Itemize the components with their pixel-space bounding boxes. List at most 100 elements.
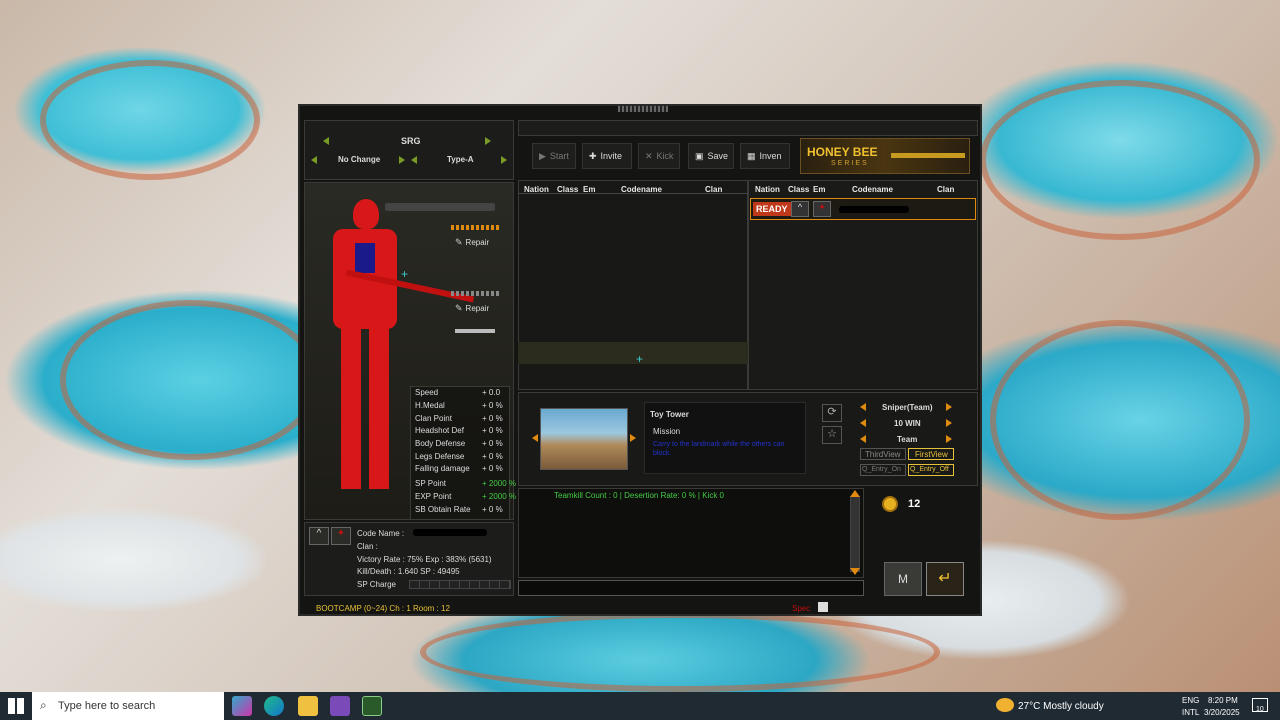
edge-icon[interactable] — [264, 696, 284, 716]
col-codename: Codename — [852, 185, 893, 194]
windows-start-icon[interactable] — [8, 698, 24, 714]
stat-label: Legs Defense — [415, 452, 465, 461]
mode-value: Sniper(Team) — [882, 403, 933, 412]
refresh-icon[interactable]: ⟳ — [822, 404, 842, 422]
save-button[interactable]: ▣ Save — [688, 143, 734, 169]
team-next-arrow[interactable] — [946, 435, 952, 443]
stat-value: + 0 % — [482, 464, 503, 473]
background-terrace — [40, 60, 260, 180]
chat-scroll-down[interactable] — [850, 568, 860, 575]
entry-off-toggle[interactable]: Q_Entry_Off — [908, 464, 954, 476]
third-view-toggle[interactable]: ThirdView — [860, 448, 906, 460]
first-view-toggle[interactable]: FirstView — [908, 448, 954, 460]
wrench-icon: ✎ — [455, 303, 463, 313]
chat-line: Teamkill Count : 0 | Desertion Rate: 0 %… — [554, 491, 725, 500]
col-class: Class — [557, 185, 579, 194]
window-grip[interactable] — [618, 106, 668, 112]
win-next-arrow[interactable] — [946, 419, 952, 427]
map-name: Toy Tower — [650, 410, 689, 419]
copilot-icon[interactable] — [232, 696, 252, 716]
file-explorer-icon[interactable] — [298, 696, 318, 716]
option-right-prev-arrow[interactable] — [411, 156, 417, 164]
coin-count: 12 — [908, 498, 921, 510]
inven-button[interactable]: ▦ Inven — [740, 143, 790, 169]
exit-button[interactable]: ↵ — [926, 562, 964, 596]
character-model — [315, 199, 415, 499]
clock-time[interactable]: 8:20 PM — [1208, 696, 1238, 705]
messenger-button[interactable]: M — [884, 562, 922, 596]
col-clan: Clan — [705, 185, 723, 194]
crosshair-icon: + — [401, 267, 409, 281]
map-prev-arrow[interactable] — [532, 434, 538, 442]
map-next-arrow[interactable] — [630, 434, 636, 442]
mode-next-arrow[interactable] — [946, 403, 952, 411]
taskbar: ⌕ Type here to search 27°C Mostly cloudy… — [0, 692, 1280, 720]
rank-select-icon[interactable]: ☆ — [822, 426, 842, 444]
background-terrace — [980, 80, 1260, 240]
start-button[interactable]: ▶ Start — [532, 143, 576, 169]
taskbar-search[interactable]: ⌕ Type here to search — [32, 692, 224, 720]
team-prev-arrow[interactable] — [860, 435, 866, 443]
option-left-next-arrow[interactable] — [399, 156, 405, 164]
mode-prev-arrow[interactable] — [860, 403, 866, 411]
chat-input[interactable] — [518, 580, 864, 596]
stat-value: + 0 % — [482, 414, 503, 423]
coin-icon — [882, 496, 898, 512]
emblem-icon: ✦ — [331, 527, 351, 545]
knife-image — [455, 329, 495, 333]
option-left-prev-arrow[interactable] — [311, 156, 317, 164]
weapon-prev-arrow[interactable] — [323, 137, 329, 145]
language-line2[interactable]: INTL — [1182, 708, 1199, 717]
victory-exp-text: Victory Rate : 75% Exp : 383% (5631) — [357, 555, 492, 564]
kill-sp-text: Kill/Death : 1.640 SP : 49495 — [357, 567, 460, 576]
background-terrace — [990, 320, 1250, 520]
entry-on-toggle[interactable]: Q_Entry_On — [860, 464, 906, 476]
kick-button[interactable]: ✕ Kick — [638, 143, 680, 169]
durability-bar — [451, 291, 501, 296]
stat-value: + 0 % — [482, 439, 503, 448]
invite-button[interactable]: ✚ Invite — [582, 143, 632, 169]
banner-title: HONEY BEE — [807, 145, 878, 159]
game-window: SRG No Change Type-A ✎ Repair ✎ Repair +… — [298, 104, 982, 616]
option-left-value: No Change — [338, 155, 381, 164]
stat-label: SB Obtain Rate — [415, 505, 471, 514]
weather-text[interactable]: 27°C Mostly cloudy — [1018, 701, 1104, 712]
clan-label: Clan : — [357, 542, 378, 551]
col-nation: Nation — [755, 185, 780, 194]
stat-value: + 0.0 — [482, 388, 501, 397]
team-a-empty-slot[interactable] — [518, 342, 748, 364]
spec-label[interactable]: Spec — [792, 604, 810, 613]
stat-label: Falling damage — [415, 464, 470, 473]
stat-label: Headshot Def — [415, 426, 464, 435]
save-icon: ▣ — [695, 150, 704, 161]
chat-scrollbar[interactable] — [850, 496, 860, 572]
win-prev-arrow[interactable] — [860, 419, 866, 427]
chat-scroll-up[interactable] — [850, 490, 860, 497]
map-thumbnail[interactable] — [540, 408, 628, 470]
stat-label: Body Defense — [415, 439, 466, 448]
honey-bee-banner[interactable]: HONEY BEE SERIES — [800, 138, 970, 174]
game-app-icon[interactable] — [362, 696, 382, 716]
table-row[interactable]: READY ^ ✦ — [750, 198, 976, 220]
language-line1[interactable]: ENG — [1182, 696, 1199, 705]
col-em: Em — [583, 185, 596, 194]
repair-button-1[interactable]: ✎ Repair — [455, 237, 489, 248]
option-right-next-arrow[interactable] — [501, 156, 507, 164]
stat-value: + 2000 % — [482, 479, 517, 488]
stat-label: EXP Point — [415, 492, 452, 501]
background-terrace — [60, 300, 320, 460]
notification-count: 10 — [1256, 706, 1264, 713]
repair-button-2[interactable]: ✎ Repair — [455, 303, 489, 314]
weapon-next-arrow[interactable] — [485, 137, 491, 145]
visual-studio-icon[interactable] — [330, 696, 350, 716]
emblem-icon: ✦ — [813, 201, 831, 217]
stat-label: Clan Point — [415, 414, 452, 423]
stat-value: + 0 % — [482, 505, 503, 514]
memo-icon[interactable] — [818, 602, 828, 612]
add-user-icon: ✚ — [589, 150, 597, 161]
clock-date[interactable]: 3/20/2025 — [1204, 708, 1240, 717]
wrench-icon: ✎ — [455, 237, 463, 247]
win-value: 10 WIN — [894, 419, 921, 428]
profile-panel: ^ ✦ Code Name : Clan : Victory Rate : 75… — [304, 522, 514, 596]
rank-icon: ^ — [791, 201, 809, 217]
